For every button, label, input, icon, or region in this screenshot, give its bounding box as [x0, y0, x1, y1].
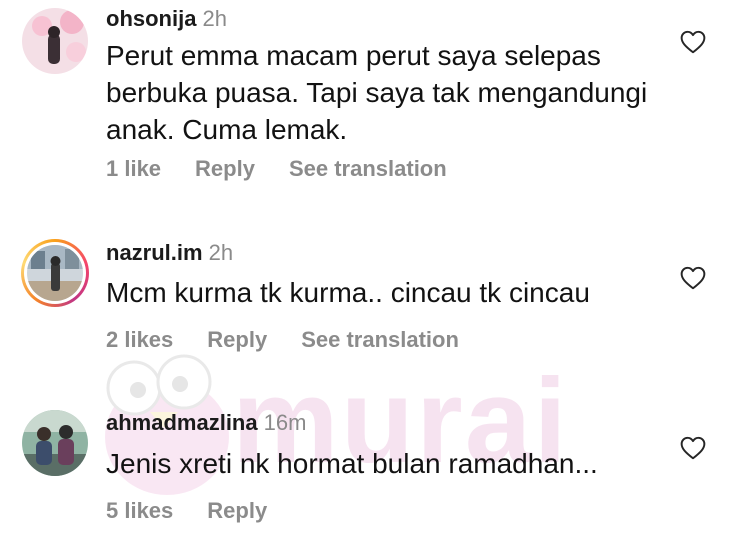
heart-outline-icon[interactable]	[680, 30, 706, 54]
likes-count[interactable]: 1 like	[106, 156, 161, 182]
reply-button[interactable]: Reply	[207, 327, 267, 353]
avatar[interactable]	[22, 410, 88, 476]
comment-text: Jenis xreti nk hormat bulan ramadhan...	[106, 448, 598, 479]
avatar[interactable]	[22, 8, 88, 74]
comment-text: Mcm kurma tk kurma.. cincau tk cincau	[106, 277, 590, 308]
comment-time: 16m	[263, 410, 307, 435]
comment-item: ohsonija 2h Perut emma macam perut saya s…	[0, 0, 740, 200]
likes-count[interactable]: 5 likes	[106, 498, 173, 524]
comment-username[interactable]: ohsonija	[106, 6, 196, 31]
comment-time: 2h	[202, 6, 227, 31]
reply-button[interactable]: Reply	[207, 498, 267, 524]
avatar-photo	[27, 245, 83, 301]
see-translation-button[interactable]: See translation	[289, 156, 447, 182]
comment-username[interactable]: ahmadmazlina	[106, 410, 258, 435]
avatar[interactable]	[21, 239, 89, 307]
comment-text: Perut emma macam perut saya selepas berb…	[106, 40, 648, 145]
comment-item: ahmadmazlina 16m Jenis xreti nk hormat bu…	[0, 404, 740, 547]
heart-outline-icon[interactable]	[680, 436, 706, 460]
comment-time: 2h	[208, 240, 234, 265]
see-translation-button[interactable]: See translation	[301, 327, 459, 353]
comment-item: nazrul.im 2h Mcm kurma tk kurma.. cincau …	[0, 236, 740, 366]
avatar-photo	[22, 8, 88, 74]
heart-outline-icon[interactable]	[680, 266, 706, 290]
avatar-photo	[22, 410, 88, 476]
comment-username[interactable]: nazrul.im	[106, 240, 203, 265]
reply-button[interactable]: Reply	[195, 156, 255, 182]
likes-count[interactable]: 2 likes	[106, 327, 173, 353]
